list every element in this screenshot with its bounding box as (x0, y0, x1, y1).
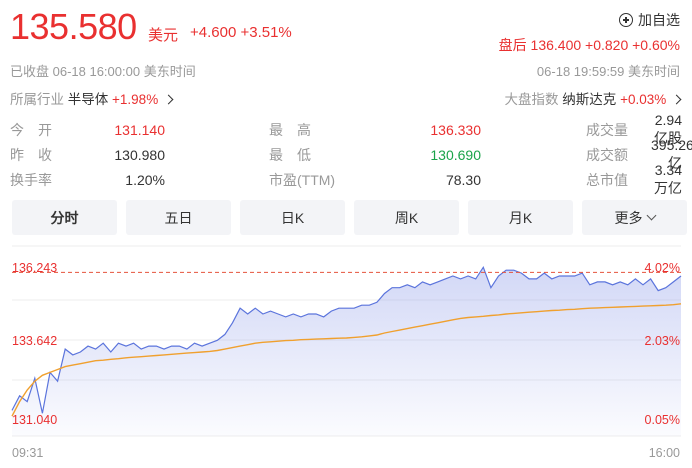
x-axis-label-start: 09:31 (12, 446, 44, 460)
pct-axis-label-bottom: 0.05% (645, 413, 680, 427)
price-area-fill (12, 267, 681, 436)
y-axis-label-mid: 133.642 (12, 334, 57, 348)
pct-axis-label-top: 4.02% (645, 261, 680, 275)
y-axis-label-bottom: 131.040 (12, 413, 57, 427)
intraday-chart[interactable]: 136.243 133.642 131.040 4.02% 2.03% 0.05… (0, 0, 692, 468)
pct-axis-label-mid: 2.03% (645, 334, 680, 348)
y-axis-label-top: 136.243 (12, 261, 57, 275)
x-axis-label-end: 16:00 (648, 446, 680, 460)
